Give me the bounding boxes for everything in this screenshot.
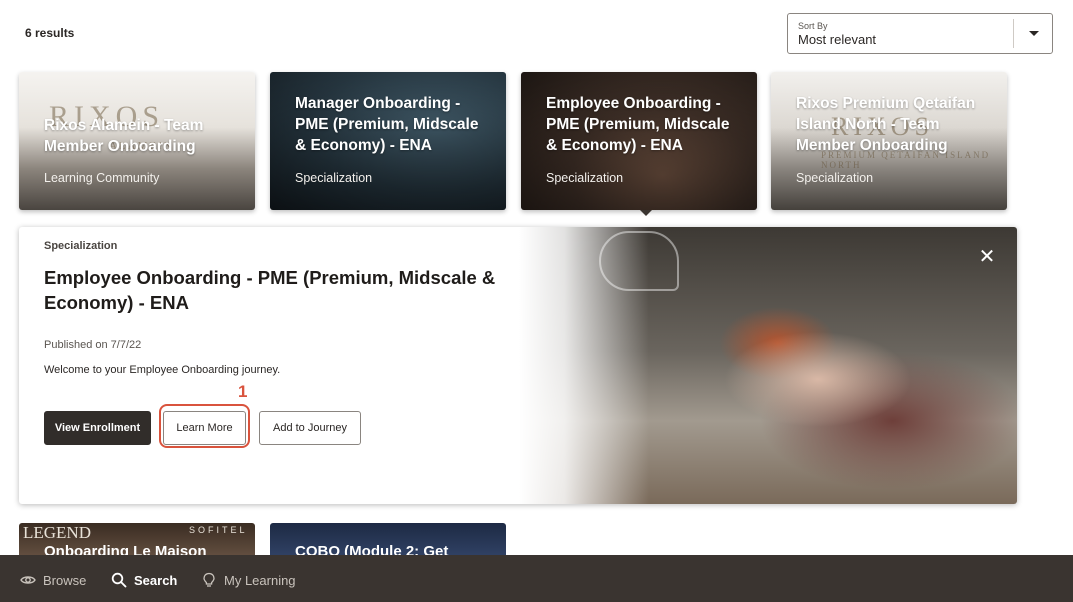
detail-title: Employee Onboarding - PME (Premium, Mids… — [44, 267, 496, 313]
chevron-down-icon[interactable] — [1029, 31, 1039, 36]
add-to-journey-button[interactable]: Add to Journey — [259, 411, 361, 445]
nav-item-label: Browse — [43, 572, 87, 588]
lightbulb-icon — [203, 572, 215, 587]
sort-label: Sort By — [798, 21, 828, 31]
card-type: Learning Community — [44, 171, 160, 185]
card-title: Rixos Premium Qetaifan Island North - Te… — [796, 95, 976, 154]
selected-card-pointer — [640, 210, 652, 216]
card-title: Rixos Alamein - Team Member Onboarding — [44, 117, 204, 155]
course-card-rixos-qetaifan[interactable]: RIXOS PREMIUM QETAIFAN ISLAND NORTH Rixo… — [771, 72, 1007, 210]
card-brand-logo-secondary: SOFITEL — [189, 525, 248, 535]
card-title: Manager Onboarding - PME (Premium, Midsc… — [295, 95, 479, 154]
annotation-number: 1 — [238, 382, 248, 401]
card-title: Employee Onboarding - PME (Premium, Mids… — [546, 95, 730, 154]
detail-type: Specialization — [44, 240, 118, 252]
nav-item-browse[interactable]: Browse — [20, 570, 86, 590]
view-enrollment-button[interactable]: View Enrollment — [44, 411, 151, 445]
detail-description: Welcome to your Employee Onboarding jour… — [44, 364, 281, 376]
search-icon — [111, 572, 127, 588]
nav-item-label: My Learning — [224, 572, 296, 588]
annotation-highlight-ring — [159, 404, 250, 448]
eye-icon — [20, 576, 36, 584]
close-icon[interactable]: ✕ — [977, 247, 997, 267]
course-card-manager-onboarding[interactable]: Manager Onboarding - PME (Premium, Midsc… — [270, 72, 506, 210]
nav-item-label: Search — [134, 572, 178, 588]
course-card-rixos-alamein[interactable]: RIXOS ALAMEIN Rixos Alamein - Team Membe… — [19, 72, 255, 210]
nav-item-search[interactable]: Search — [111, 570, 177, 590]
course-card-employee-onboarding[interactable]: Employee Onboarding - PME (Premium, Mids… — [521, 72, 757, 210]
bottom-nav-bar: Browse Search My Learning — [0, 555, 1073, 602]
sort-divider — [1013, 19, 1014, 48]
detail-published-date: Published on 7/7/22 — [44, 339, 142, 351]
card-brand-logo: LEGEND — [23, 523, 91, 542]
course-detail-panel: ✕ Specialization Employee Onboarding - P… — [19, 227, 1017, 504]
card-type: Specialization — [796, 171, 874, 185]
results-count: 6 results — [25, 26, 75, 40]
card-type: Specialization — [295, 171, 373, 185]
sort-dropdown[interactable]: Sort By Most relevant — [787, 13, 1053, 54]
sort-value: Most relevant — [798, 32, 877, 47]
card-type: Specialization — [546, 171, 624, 185]
nav-item-my-learning[interactable]: My Learning — [201, 570, 296, 590]
